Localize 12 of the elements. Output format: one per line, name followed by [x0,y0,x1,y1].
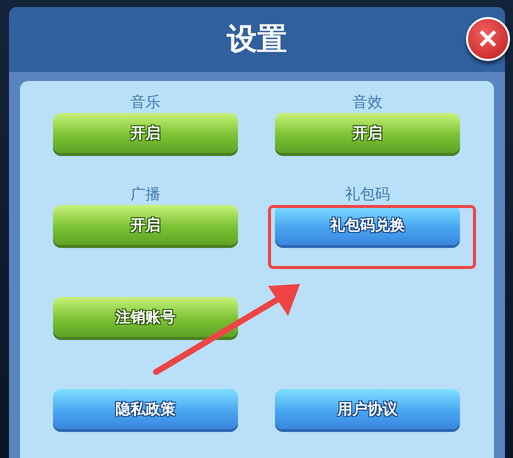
setting-button[interactable]: 隐私政策 [53,389,238,429]
setting-button[interactable]: 开启 [53,113,238,153]
dialog-title: 设置 [227,21,287,59]
setting-button[interactable]: 开启 [53,205,238,245]
setting-label: 礼包码 [345,184,390,205]
setting-label: 音效 [352,92,382,113]
setting-label: 音乐 [130,92,160,113]
setting-label: 广播 [130,184,160,205]
setting-button[interactable]: 用户协议 [275,389,460,429]
setting-button[interactable]: 注销账号 [53,297,238,337]
setting-button[interactable]: 礼包码兑换 [275,205,460,245]
setting-button[interactable]: 开启 [275,113,460,153]
